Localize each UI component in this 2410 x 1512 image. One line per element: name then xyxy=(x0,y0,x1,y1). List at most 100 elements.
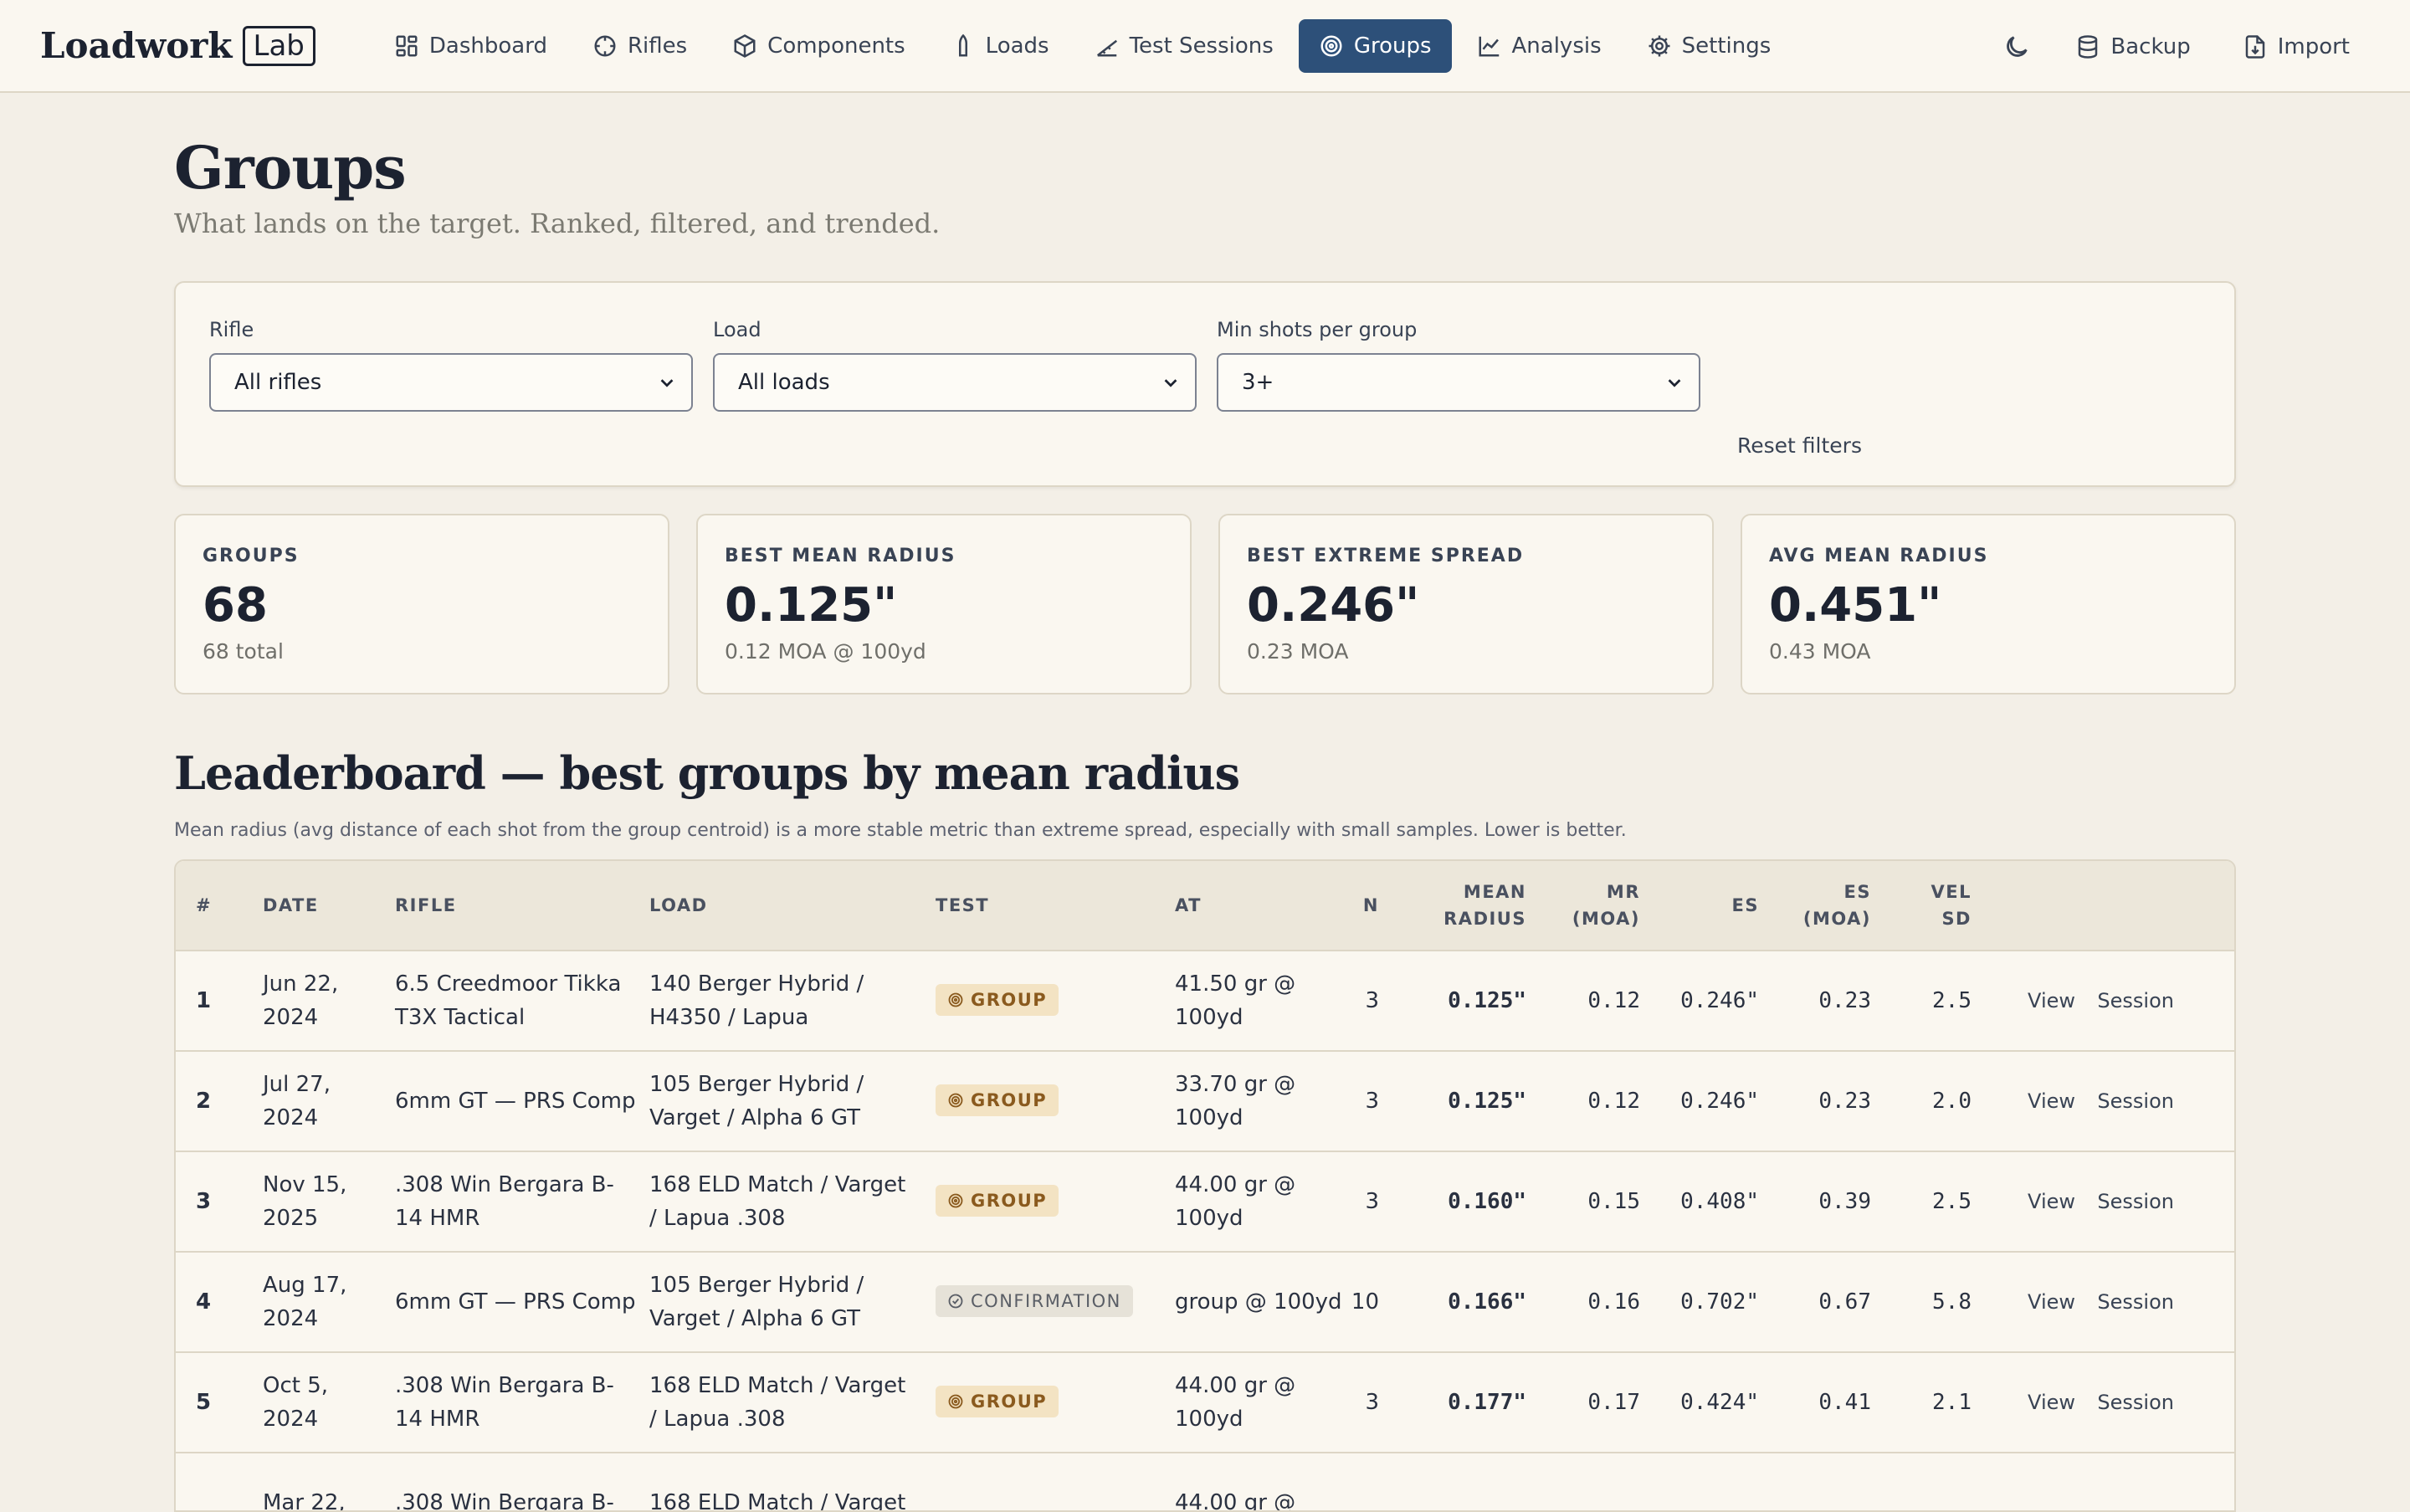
load-select[interactable]: All loads xyxy=(713,353,1197,412)
nav-settings[interactable]: Settings xyxy=(1627,19,1792,73)
cell-rifle: 6mm GT — PRS Comp xyxy=(395,1084,649,1118)
table-row: 2 Jul 27, 2024 6mm GT — PRS Comp 105 Berger … xyxy=(176,1052,2234,1152)
stat-label: AVG MEAN RADIUS xyxy=(1769,546,1989,566)
cell-date: Jun 22, 2024 xyxy=(263,967,395,1034)
cell-load-line2: / Lapua .308 xyxy=(649,1206,786,1231)
col-vel-sd-line1: VEL xyxy=(1931,882,1972,902)
nav-dashboard[interactable]: Dashboard xyxy=(374,19,567,73)
theme-toggle-button[interactable] xyxy=(1990,20,2043,74)
backup-button[interactable]: Backup xyxy=(2055,20,2210,74)
view-link[interactable]: View xyxy=(1972,1084,2075,1118)
main-nav: Dashboard Rifles Components Loads Test S… xyxy=(374,18,1796,73)
cell-vel-sd: 2.1 xyxy=(1932,1390,1972,1415)
cell-at-line1: 41.50 gr @ xyxy=(1175,971,1296,997)
cell-load: 168 ELD Match / Varget / Lapua .308 xyxy=(649,1369,936,1436)
nav-groups[interactable]: Groups xyxy=(1298,18,1452,73)
app-logo[interactable]: Loadwork Lab xyxy=(40,25,315,66)
cell-load: 105 Berger Hybrid / Varget / Alpha 6 GT xyxy=(649,1269,936,1335)
test-type-badge: GROUP xyxy=(936,1084,1059,1116)
cell-mr-moa: 0.12 xyxy=(1587,1089,1640,1114)
cell-load-line1: 168 ELD Match / Varget xyxy=(649,1373,906,1398)
stat-label: BEST MEAN RADIUS xyxy=(725,546,956,566)
nav-rifles[interactable]: Rifles xyxy=(572,19,707,73)
cell-mean-radius: 0.166" xyxy=(1448,1289,1526,1315)
nav-loads[interactable]: Loads xyxy=(931,19,1069,73)
cell-at-line2: 100yd xyxy=(1175,1206,1243,1231)
cell-es: 0.246" xyxy=(1680,1089,1759,1114)
cell-es: 0.702" xyxy=(1680,1289,1759,1315)
target-icon xyxy=(948,992,963,1007)
session-link[interactable]: Session xyxy=(2075,1285,2174,1319)
cell-date: Aug 17, 2024 xyxy=(263,1269,395,1335)
rifle-filter: Rifle All rifles xyxy=(209,318,693,412)
page-title: Groups xyxy=(174,133,407,202)
test-type-badge: GROUP xyxy=(936,1184,1059,1217)
target-icon xyxy=(948,1193,963,1207)
cell-rifle-line1: .308 Win Bergara B- xyxy=(395,1373,614,1398)
cell-load-line1: 168 ELD Match / Varget xyxy=(649,1490,906,1512)
nav-analysis[interactable]: Analysis xyxy=(1457,19,1622,73)
cell-rifle: .308 Win Bergara B- 14 HMR xyxy=(395,1369,649,1436)
reset-filters-button[interactable]: Reset filters xyxy=(1737,433,1862,458)
nav-test-sessions[interactable]: Test Sessions xyxy=(1074,19,1294,73)
test-type-label: CONFIRMATION xyxy=(971,1290,1121,1311)
cell-test: GROUP xyxy=(936,1385,1175,1420)
col-es: ES xyxy=(1731,895,1759,915)
cell-date-line1: Nov 15, xyxy=(263,1172,347,1197)
stat-sub: 0.23 MOA xyxy=(1247,639,1349,664)
cell-date: Jul 27, 2024 xyxy=(263,1068,395,1135)
cell-at-line2: 100yd xyxy=(1175,1105,1243,1130)
nav-components[interactable]: Components xyxy=(712,19,926,73)
rifle-select[interactable]: All rifles xyxy=(209,353,693,412)
cell-rifle-line1: 6mm GT — PRS Comp xyxy=(395,1089,636,1114)
cell-n: 3 xyxy=(1365,1089,1379,1114)
view-link[interactable]: View xyxy=(1972,1285,2075,1319)
cell-date-line1: Jun 22, xyxy=(263,971,339,997)
chevron-down-icon xyxy=(1164,379,1177,387)
logo-text: Loadwork xyxy=(40,25,233,66)
table-header: # DATE RIFLE LOAD TEST AT N MEAN RADIUS M… xyxy=(176,861,2234,951)
import-label: Import xyxy=(2277,33,2350,59)
cell-at-line1: group @ 100yd xyxy=(1175,1289,1342,1315)
cell-rank: 1 xyxy=(196,988,212,1013)
cell-at-line1: 33.70 gr @ xyxy=(1175,1072,1296,1097)
stat-sub: 0.12 MOA @ 100yd xyxy=(725,639,926,664)
cell-rifle-line1: .308 Win Bergara B- xyxy=(395,1172,614,1197)
session-link[interactable]: Session xyxy=(2075,1084,2174,1118)
session-link[interactable]: Session xyxy=(2075,984,2174,1017)
nav-groups-label: Groups xyxy=(1353,33,1432,59)
stat-card-groups: GROUPS 68 68 total xyxy=(174,514,669,694)
target-icon xyxy=(948,1394,963,1408)
cell-load: 168 ELD Match / Varget / Lapua .308 xyxy=(649,1168,936,1235)
nav-settings-label: Settings xyxy=(1681,33,1772,59)
session-link[interactable]: Session xyxy=(2075,1185,2174,1218)
col-load: LOAD xyxy=(649,895,708,915)
cell-at: 41.50 gr @ 100yd xyxy=(1175,967,1342,1034)
col-mean-radius-line1: MEAN xyxy=(1463,882,1526,902)
target-icon xyxy=(1320,35,1342,56)
view-link[interactable]: View xyxy=(1972,984,2075,1017)
filters-panel: Rifle All rifles Load All loads Min shot… xyxy=(174,281,2236,487)
nav-dashboard-label: Dashboard xyxy=(428,33,547,59)
cell-es: 0.246" xyxy=(1680,988,1759,1013)
cell-rifle-line1: 6mm GT — PRS Comp xyxy=(395,1289,636,1315)
view-link[interactable]: View xyxy=(1972,1185,2075,1218)
nav-actions: Backup Import xyxy=(1978,0,2370,93)
view-link[interactable]: View xyxy=(1972,1386,2075,1419)
cell-date: Oct 5, 2024 xyxy=(263,1369,395,1436)
test-type-label: GROUP xyxy=(971,1190,1048,1211)
import-button[interactable]: Import xyxy=(2223,20,2370,74)
session-link[interactable]: Session xyxy=(2075,1386,2174,1419)
cell-test: GROUP xyxy=(936,1184,1175,1219)
cell-mr-moa: 0.16 xyxy=(1587,1289,1640,1315)
min-shots-select[interactable]: 3+ xyxy=(1217,353,1700,412)
cell-load-line1: 140 Berger Hybrid / xyxy=(649,971,864,997)
cell-mean-radius: 0.160" xyxy=(1448,1189,1526,1214)
col-rifle: RIFLE xyxy=(395,895,457,915)
cell-es: 0.408" xyxy=(1680,1189,1759,1214)
min-shots-select-value: 3+ xyxy=(1242,370,1274,395)
cell-load: 105 Berger Hybrid / Varget / Alpha 6 GT xyxy=(649,1068,936,1135)
col-vel-sd: VEL SD xyxy=(1871,879,1972,932)
min-shots-filter: Min shots per group 3+ xyxy=(1217,318,1700,412)
cell-vel-sd: 2.5 xyxy=(1932,1189,1972,1214)
